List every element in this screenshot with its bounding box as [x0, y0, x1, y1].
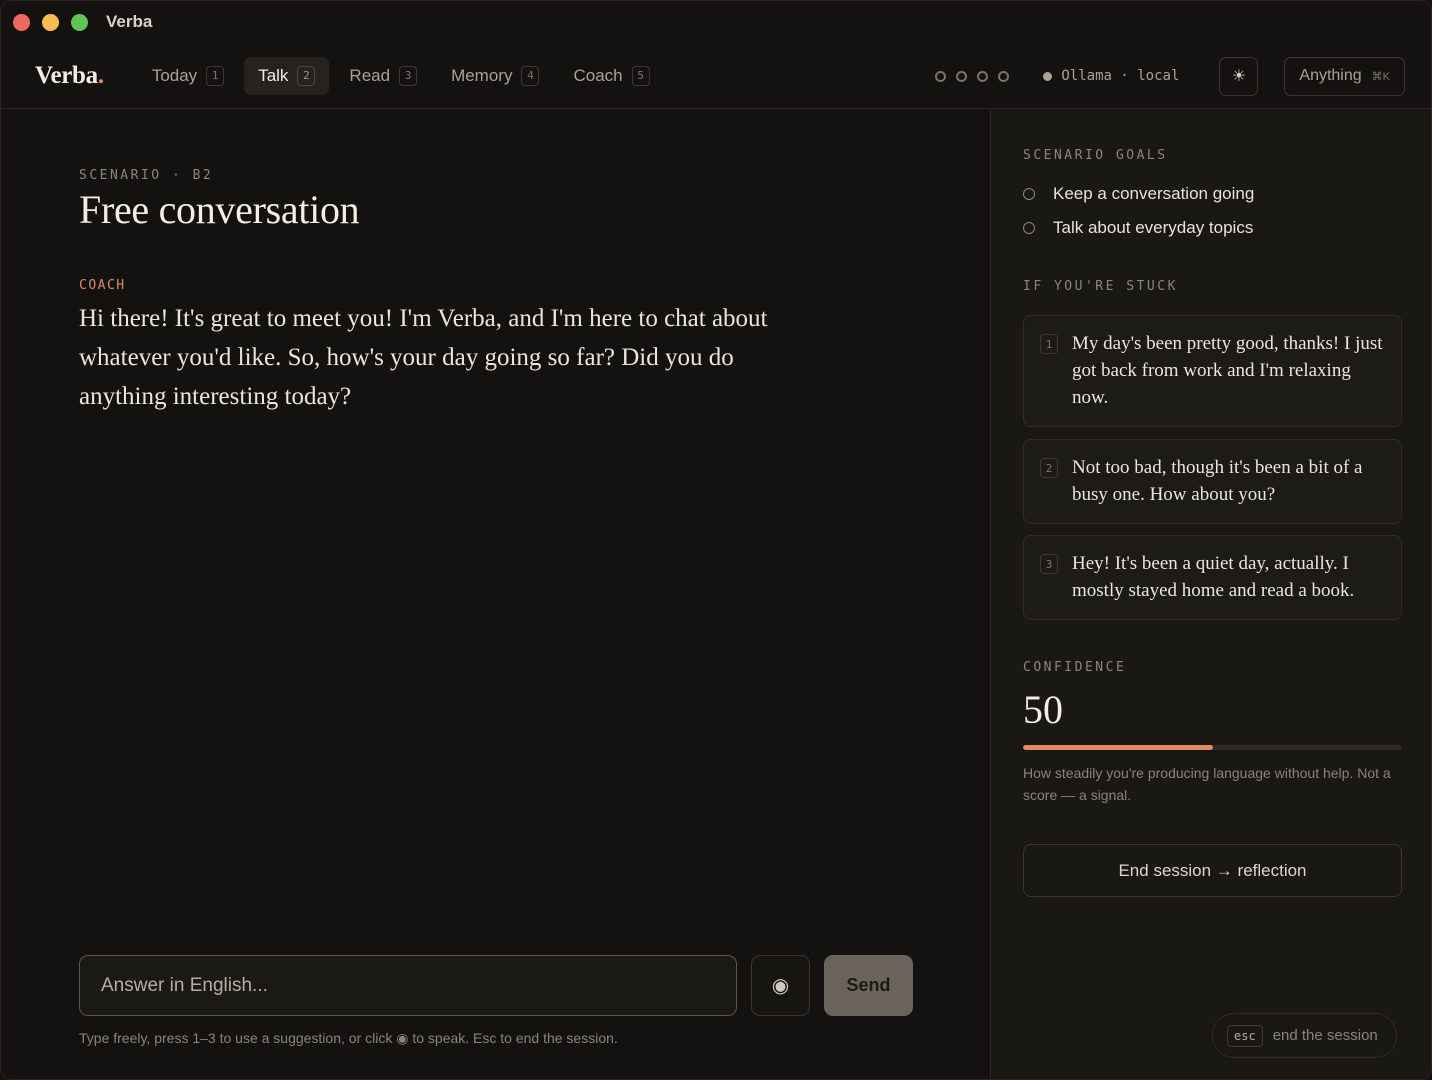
top-nav: Verba. Today 1 Talk 2 Read 3 Memory 4 Co…: [1, 43, 1431, 109]
suggestion-text: My day's been pretty good, thanks! I jus…: [1072, 333, 1383, 408]
command-palette-button[interactable]: Anything ⌘K: [1284, 56, 1405, 96]
nav-tabs: Today 1 Talk 2 Read 3 Memory 4 Coach 5: [138, 56, 664, 95]
suggestion-text: Hey! It's been a quiet day, actually. I …: [1072, 553, 1355, 601]
app-logo[interactable]: Verba.: [35, 62, 104, 90]
tab-shortcut: 1: [206, 65, 225, 86]
coach-label: COACH: [79, 278, 126, 293]
esc-key: esc: [1227, 1024, 1263, 1047]
tab-today[interactable]: Today 1: [138, 57, 238, 95]
stuck-label: IF YOU'RE STUCK: [1023, 279, 1178, 294]
suggestion-card[interactable]: 1 My day's been pretty good, thanks! I j…: [1023, 315, 1402, 427]
command-palette-label: Anything: [1299, 67, 1362, 84]
confidence-bar: [1023, 745, 1402, 750]
input-hint: Type freely, press 1–3 to use a suggesti…: [79, 1030, 618, 1046]
zoom-window-button[interactable]: [71, 13, 88, 31]
suggestion-card[interactable]: 2 Not too bad, though it's been a bit of…: [1023, 439, 1402, 524]
progress-dot: [998, 70, 1010, 82]
goal-circle-icon: [1023, 222, 1035, 234]
tab-label: Coach: [573, 65, 623, 85]
minimize-window-button[interactable]: [42, 13, 59, 31]
close-window-button[interactable]: [13, 13, 30, 31]
scenario-label: SCENARIO · B2: [79, 168, 214, 183]
logo-dot: .: [97, 61, 104, 89]
answer-input[interactable]: [79, 955, 737, 1016]
model-label: Ollama · local: [1061, 68, 1180, 84]
theme-toggle-button[interactable]: ☀: [1219, 56, 1259, 96]
window-controls: [13, 13, 88, 31]
goals-label: SCENARIO GOALS: [1023, 148, 1168, 163]
tab-coach[interactable]: Coach 5: [559, 57, 663, 95]
esc-hint[interactable]: esc end the session: [1212, 1013, 1397, 1058]
confidence-label: CONFIDENCE: [1023, 660, 1127, 675]
app-window: Verba Verba. Today 1 Talk 2 Read 3 Memor…: [0, 0, 1432, 1080]
confidence-bar-fill: [1023, 745, 1213, 750]
model-status[interactable]: Ollama · local: [1043, 68, 1179, 84]
progress-dots: [935, 70, 1010, 82]
suggestion-shortcut: 3: [1040, 554, 1058, 574]
goal-item: Talk about everyday topics: [1023, 218, 1253, 238]
tab-shortcut: 2: [297, 65, 316, 86]
tab-label: Read: [349, 65, 391, 85]
coach-message: Hi there! It's great to meet you! I'm Ve…: [79, 305, 768, 410]
progress-dot: [935, 70, 947, 82]
esc-label: end the session: [1272, 1027, 1378, 1044]
suggestion-text: Not too bad, though it's been a bit of a…: [1072, 457, 1363, 505]
command-palette-shortcut: ⌘K: [1371, 70, 1390, 83]
suggestion-shortcut: 2: [1040, 458, 1058, 478]
title-bar: Verba: [1, 1, 1431, 43]
end-session-button[interactable]: End session → reflection: [1023, 844, 1402, 897]
microphone-icon: ◉: [771, 975, 790, 997]
confidence-description: How steadily you're producing language w…: [1023, 765, 1391, 803]
goal-circle-icon: [1023, 188, 1035, 200]
tab-shortcut: 5: [631, 65, 650, 86]
record-button[interactable]: ◉: [751, 955, 810, 1016]
tab-read[interactable]: Read 3: [335, 57, 431, 95]
window-title: Verba: [106, 12, 153, 31]
scenario-title: Free conversation: [79, 187, 360, 232]
goal-text: Talk about everyday topics: [1053, 218, 1254, 237]
send-button[interactable]: Send: [824, 955, 913, 1016]
goal-text: Keep a conversation going: [1053, 184, 1255, 203]
sun-icon: ☀: [1231, 68, 1247, 85]
tab-label: Today: [151, 65, 198, 85]
tab-label: Memory: [451, 65, 513, 85]
tab-memory[interactable]: Memory 4: [437, 57, 553, 95]
tab-talk[interactable]: Talk 2: [244, 56, 330, 95]
confidence-value: 50: [1023, 687, 1063, 732]
progress-dot: [956, 70, 968, 82]
logo-text: Verba: [35, 61, 98, 89]
side-panel: SCENARIO GOALS Keep a conversation going…: [990, 110, 1431, 1079]
progress-dot: [977, 70, 989, 82]
conversation-area: SCENARIO · B2 Free conversation COACH Hi…: [1, 110, 990, 1079]
suggestion-card[interactable]: 3 Hey! It's been a quiet day, actually. …: [1023, 535, 1402, 620]
status-dot-icon: [1043, 71, 1053, 81]
suggestion-shortcut: 1: [1040, 334, 1058, 354]
tab-shortcut: 4: [521, 65, 540, 86]
tab-label: Talk: [258, 65, 289, 85]
nav-right: Ollama · local ☀ Anything ⌘K: [935, 43, 1405, 109]
tab-shortcut: 3: [399, 65, 418, 86]
composer: ◉ Send: [79, 955, 913, 1016]
goal-item: Keep a conversation going: [1023, 184, 1254, 204]
